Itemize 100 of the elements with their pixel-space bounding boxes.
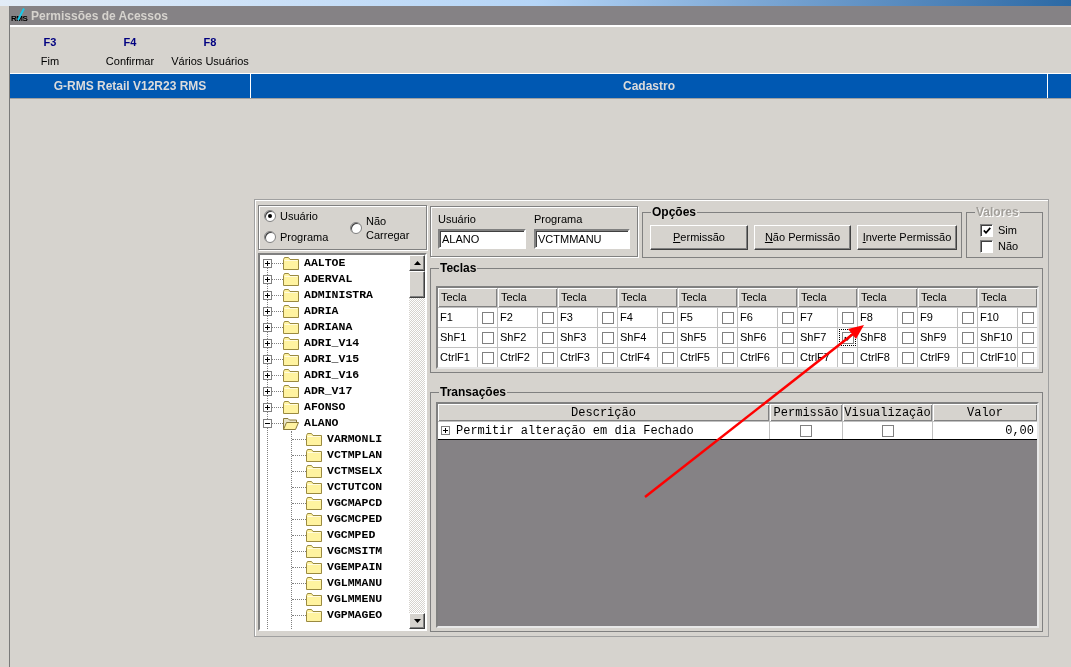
toolbar-button[interactable]: F4 Confirmar: [90, 35, 170, 68]
action-button[interactable]: Permissão: [650, 225, 748, 250]
tree-item[interactable]: VGLMMANU: [327, 577, 383, 589]
tree-item[interactable]: VCTUTCON: [327, 481, 383, 493]
tree-item[interactable]: ADR_V17: [304, 385, 353, 397]
tree-item[interactable]: ADRI_V16: [304, 369, 360, 381]
caret-up-icon: [413, 261, 421, 265]
tree-item[interactable]: VGCMPED: [327, 529, 376, 541]
folder-icon: [306, 496, 322, 510]
toolbar-button[interactable]: F3 Fim: [10, 35, 90, 68]
tree-item[interactable]: VGEMPAIN: [327, 561, 383, 573]
folder-icon: [306, 544, 322, 558]
checkbox-label: Não: [998, 240, 1019, 253]
folder-icon: [306, 448, 322, 462]
expand-icon[interactable]: [263, 322, 272, 332]
table-cell: CtrlF5: [678, 348, 717, 367]
table-cell: F3: [558, 308, 597, 327]
radio-button[interactable]: [264, 231, 276, 243]
column-header: Tecla: [978, 288, 1037, 307]
expand-icon[interactable]: [263, 402, 272, 412]
option-label: Usuário: [280, 209, 318, 223]
expand-icon[interactable]: [263, 274, 272, 284]
table-cell: CtrlF1: [438, 348, 477, 367]
table-cell: CtrlF9: [918, 348, 957, 367]
scrollbar[interactable]: [409, 255, 425, 629]
folder-icon: [306, 464, 322, 478]
tree-item[interactable]: ADRIANA: [304, 321, 353, 333]
table-cell: F8: [858, 308, 897, 327]
radio-button[interactable]: [264, 210, 276, 222]
table-cell: CtrlF2: [498, 348, 537, 367]
table-cell: F5: [678, 308, 717, 327]
folder-icon: [306, 528, 322, 542]
folder-icon: [283, 304, 299, 318]
action-button[interactable]: Não Permissão: [754, 225, 851, 250]
folder-icon: [306, 560, 322, 574]
text-field[interactable]: ALANO: [438, 229, 526, 249]
expand-icon[interactable]: [263, 258, 272, 268]
expand-icon[interactable]: [263, 370, 272, 380]
table-cell: F4: [618, 308, 657, 327]
expand-icon[interactable]: [263, 386, 272, 396]
action-button[interactable]: Inverte Permissão: [857, 225, 957, 250]
column-header: Tecla: [798, 288, 857, 307]
option-label: Programa: [280, 230, 329, 244]
folder-icon: [306, 512, 322, 526]
expand-icon[interactable]: [441, 426, 450, 435]
column-header: Tecla: [918, 288, 977, 307]
expand-icon[interactable]: [263, 338, 272, 348]
tree-item[interactable]: AFONSO: [304, 401, 346, 413]
tree-item[interactable]: VGPMAGEO: [327, 609, 383, 621]
table-cell: ShF2: [498, 328, 537, 347]
column-header: Tecla: [858, 288, 917, 307]
tree-item[interactable]: VCTMSELX: [327, 465, 383, 477]
table-cell: 0,00: [933, 422, 1037, 439]
tree-item[interactable]: VGCMCPED: [327, 513, 383, 525]
expand-icon[interactable]: [263, 306, 272, 316]
tree-item[interactable]: VCTMPLAN: [327, 449, 383, 461]
table-cell: ShF8: [858, 328, 897, 347]
checkbox[interactable]: [881, 424, 894, 437]
expand-icon[interactable]: [263, 354, 272, 364]
tree-item[interactable]: ALANO: [304, 417, 339, 429]
table-cell: CtrlF6: [738, 348, 777, 367]
table-cell: ShF1: [438, 328, 477, 347]
text-field[interactable]: VCTMMANU: [534, 229, 630, 249]
tree-item[interactable]: VGLMMENU: [327, 593, 383, 605]
tree-item[interactable]: ADRI_V14: [304, 337, 360, 349]
tree-item[interactable]: ADERVAL: [304, 273, 353, 285]
tree-item[interactable]: VGCMAPCD: [327, 497, 383, 509]
field-label: Programa: [534, 213, 584, 226]
tree-item[interactable]: ADRI_V15: [304, 353, 360, 365]
option-label: Não Carregar: [366, 213, 411, 242]
field-label: Usuário: [438, 213, 477, 226]
folder-icon: [283, 384, 299, 398]
tree-item[interactable]: VARMONLI: [327, 433, 383, 445]
folder-icon: [283, 320, 299, 334]
group-title: Teclas: [439, 261, 478, 275]
group-title: Opções: [651, 205, 697, 219]
scroll-thumb[interactable]: [409, 271, 425, 298]
transaction-description: Permitir alteração em dia Fechado: [456, 424, 694, 437]
column-header: Tecla: [678, 288, 737, 307]
scroll-up-button[interactable]: [409, 255, 425, 271]
table-cell: ShF10: [978, 328, 1017, 347]
table-cell: CtrlF10: [978, 348, 1017, 367]
folder-icon: [283, 288, 299, 302]
collapse-icon[interactable]: [263, 418, 272, 428]
table-cell: ShF9: [918, 328, 957, 347]
table-cell: CtrlF8: [858, 348, 897, 367]
folder-icon: [283, 336, 299, 350]
tree-item[interactable]: ADRIA: [304, 305, 339, 317]
toolbar-button[interactable]: F8 Vários Usuários: [170, 35, 250, 68]
column-header: Tecla: [738, 288, 797, 307]
table-cell: CtrlF3: [558, 348, 597, 367]
tree-item[interactable]: VGCMSITM: [327, 545, 383, 557]
column-header: Tecla: [498, 288, 557, 307]
expand-icon[interactable]: [263, 290, 272, 300]
folder-icon: [306, 608, 322, 622]
tree-item[interactable]: AALTOE: [304, 257, 346, 269]
scroll-down-button[interactable]: [409, 613, 425, 629]
column-header: Valor: [933, 404, 1037, 421]
tree-item[interactable]: ADMINISTRA: [304, 289, 373, 301]
checkbox[interactable]: [800, 424, 812, 437]
